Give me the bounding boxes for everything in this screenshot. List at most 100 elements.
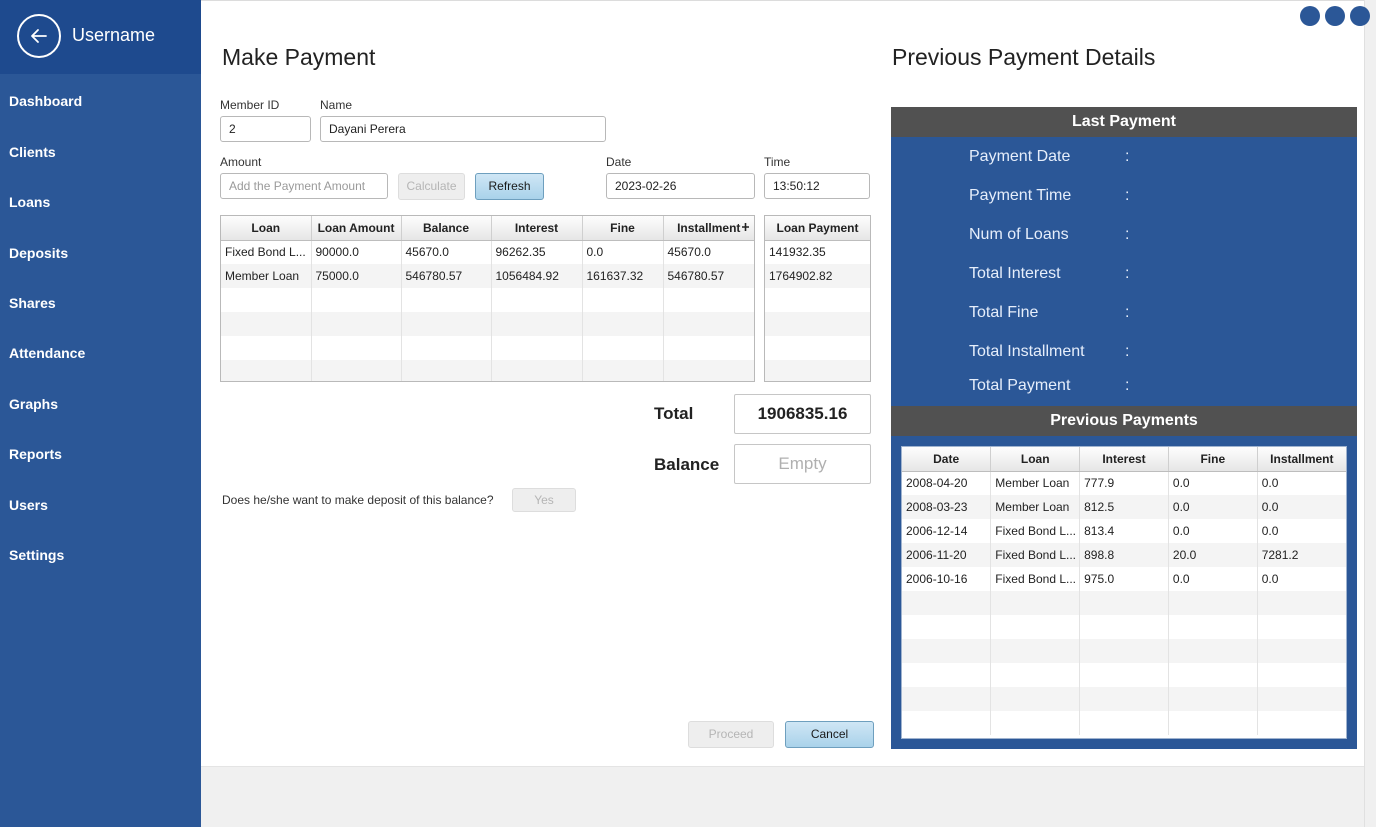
- sidebar-item-loans[interactable]: Loans: [9, 194, 50, 210]
- column-header[interactable]: Fine: [582, 216, 664, 241]
- total-installment-label: Total Installment: [969, 343, 1085, 360]
- yes-button[interactable]: Yes: [512, 488, 576, 512]
- total-interest-label: Total Interest: [969, 265, 1061, 282]
- table-cell: Fixed Bond L...: [990, 567, 1081, 591]
- table-row[interactable]: [765, 360, 870, 381]
- column-header[interactable]: Installment: [1257, 447, 1346, 472]
- table-cell: 0.0: [1168, 471, 1258, 495]
- sidebar-item-graphs[interactable]: Graphs: [9, 396, 58, 412]
- table-row[interactable]: [902, 591, 1346, 615]
- table-cell: 75000.0: [311, 264, 402, 288]
- refresh-button[interactable]: Refresh: [475, 173, 544, 200]
- table-cell: 0.0: [582, 240, 664, 264]
- table-row[interactable]: [221, 288, 754, 312]
- window-control-2[interactable]: [1325, 6, 1345, 26]
- column-header[interactable]: Interest: [1079, 447, 1169, 472]
- column-menu-plus-icon[interactable]: [741, 222, 750, 232]
- table-row[interactable]: [221, 312, 754, 336]
- member-id-field[interactable]: [220, 116, 311, 142]
- table-row[interactable]: [902, 639, 1346, 663]
- column-header[interactable]: Date: [902, 447, 992, 472]
- table-cell: [765, 288, 870, 312]
- cancel-button[interactable]: Cancel: [785, 721, 874, 748]
- total-interest-colon: :: [1125, 265, 1130, 282]
- table-cell: [902, 615, 992, 639]
- sidebar-item-reports[interactable]: Reports: [9, 446, 62, 462]
- table-cell: [221, 360, 312, 381]
- table-row[interactable]: Member Loan 75000.0 546780.57 1056484.92 161…: [221, 264, 754, 288]
- previous-payments-table[interactable]: Date Loan Interest Fine Installment 2008-04-…: [901, 446, 1347, 739]
- table-row[interactable]: [765, 312, 870, 336]
- column-header[interactable]: Loan Payment: [765, 216, 870, 241]
- table-cell: [401, 288, 492, 312]
- table-row[interactable]: [221, 336, 754, 360]
- column-header[interactable]: Loan Amount: [311, 216, 402, 241]
- table-cell: [311, 288, 402, 312]
- table-row[interactable]: [902, 711, 1346, 735]
- column-header[interactable]: Loan: [221, 216, 312, 241]
- table-row[interactable]: 2008-04-20 Member Loan 777.9 0.0 0.0: [902, 471, 1346, 495]
- back-button[interactable]: [17, 14, 61, 58]
- amount-field[interactable]: [220, 173, 388, 199]
- window-footer: [201, 766, 1364, 827]
- sidebar-item-attendance[interactable]: Attendance: [9, 345, 85, 361]
- total-installment-colon: :: [1125, 343, 1130, 360]
- sidebar-item-dashboard[interactable]: Dashboard: [9, 93, 82, 109]
- previous-payments-header: Previous Payments: [891, 406, 1357, 436]
- table-cell: [1257, 591, 1346, 615]
- username-label: Username: [72, 25, 156, 45]
- table-cell: [663, 336, 754, 360]
- time-label: Time: [764, 155, 791, 169]
- table-row[interactable]: Fixed Bond L... 90000.0 45670.0 96262.35 0.0…: [221, 240, 754, 264]
- table-cell: Member Loan: [221, 264, 312, 288]
- table-cell: 0.0: [1168, 567, 1258, 591]
- table-cell: [765, 360, 870, 381]
- table-row[interactable]: 2006-11-20 Fixed Bond L... 898.8 20.0 7281.2: [902, 543, 1346, 567]
- table-cell: [491, 336, 583, 360]
- loans-table[interactable]: Loan Loan Amount Balance Interest Fine Instal…: [220, 215, 755, 382]
- column-header[interactable]: Balance: [401, 216, 492, 241]
- table-row[interactable]: [902, 663, 1346, 687]
- sidebar-item-users[interactable]: Users: [9, 497, 48, 513]
- table-row[interactable]: [902, 687, 1346, 711]
- column-header[interactable]: Fine: [1168, 447, 1258, 472]
- table-cell: 898.8: [1079, 543, 1169, 567]
- loan-payment-table[interactable]: Loan Payment 141932.35 1764902.82: [764, 215, 871, 382]
- time-field[interactable]: [764, 173, 870, 199]
- table-row[interactable]: 2006-12-14 Fixed Bond L... 813.4 0.0 0.0: [902, 519, 1346, 543]
- proceed-button[interactable]: Proceed: [688, 721, 774, 748]
- column-header[interactable]: Interest: [491, 216, 583, 241]
- table-row[interactable]: [765, 336, 870, 360]
- num-of-loans-colon: :: [1125, 226, 1130, 243]
- table-cell: 546780.57: [401, 264, 492, 288]
- table-row[interactable]: 141932.35: [765, 240, 870, 264]
- date-field[interactable]: [606, 173, 755, 199]
- table-cell: [221, 312, 312, 336]
- last-payment-header: Last Payment: [891, 107, 1357, 137]
- table-row[interactable]: [765, 288, 870, 312]
- balance-value: Empty: [734, 444, 871, 484]
- table-cell: 2006-12-14: [902, 519, 992, 543]
- table-cell: [1257, 639, 1346, 663]
- window-control-1[interactable]: [1300, 6, 1320, 26]
- name-field[interactable]: [320, 116, 606, 142]
- table-cell: 0.0: [1257, 495, 1346, 519]
- table-row[interactable]: 2006-10-16 Fixed Bond L... 975.0 0.0 0.0: [902, 567, 1346, 591]
- table-cell: 45670.0: [667, 245, 711, 260]
- table-row[interactable]: 2008-03-23 Member Loan 812.5 0.0 0.0: [902, 495, 1346, 519]
- table-cell: 0.0: [1261, 524, 1279, 538]
- sidebar-item-clients[interactable]: Clients: [9, 144, 56, 160]
- table-row[interactable]: [221, 360, 754, 381]
- calculate-button[interactable]: Calculate: [398, 173, 465, 200]
- sidebar-item-shares[interactable]: Shares: [9, 295, 56, 311]
- table-row[interactable]: 1764902.82: [765, 264, 870, 288]
- table-cell: [1257, 615, 1346, 639]
- sidebar-item-deposits[interactable]: Deposits: [9, 245, 68, 261]
- window-control-3[interactable]: [1350, 6, 1370, 26]
- table-cell: Fixed Bond L...: [221, 240, 312, 264]
- sidebar-item-settings[interactable]: Settings: [9, 547, 64, 563]
- column-header[interactable]: Loan: [990, 447, 1081, 472]
- deposit-question: Does he/she want to make deposit of this…: [222, 493, 494, 507]
- table-cell: [1168, 615, 1258, 639]
- table-row[interactable]: [902, 615, 1346, 639]
